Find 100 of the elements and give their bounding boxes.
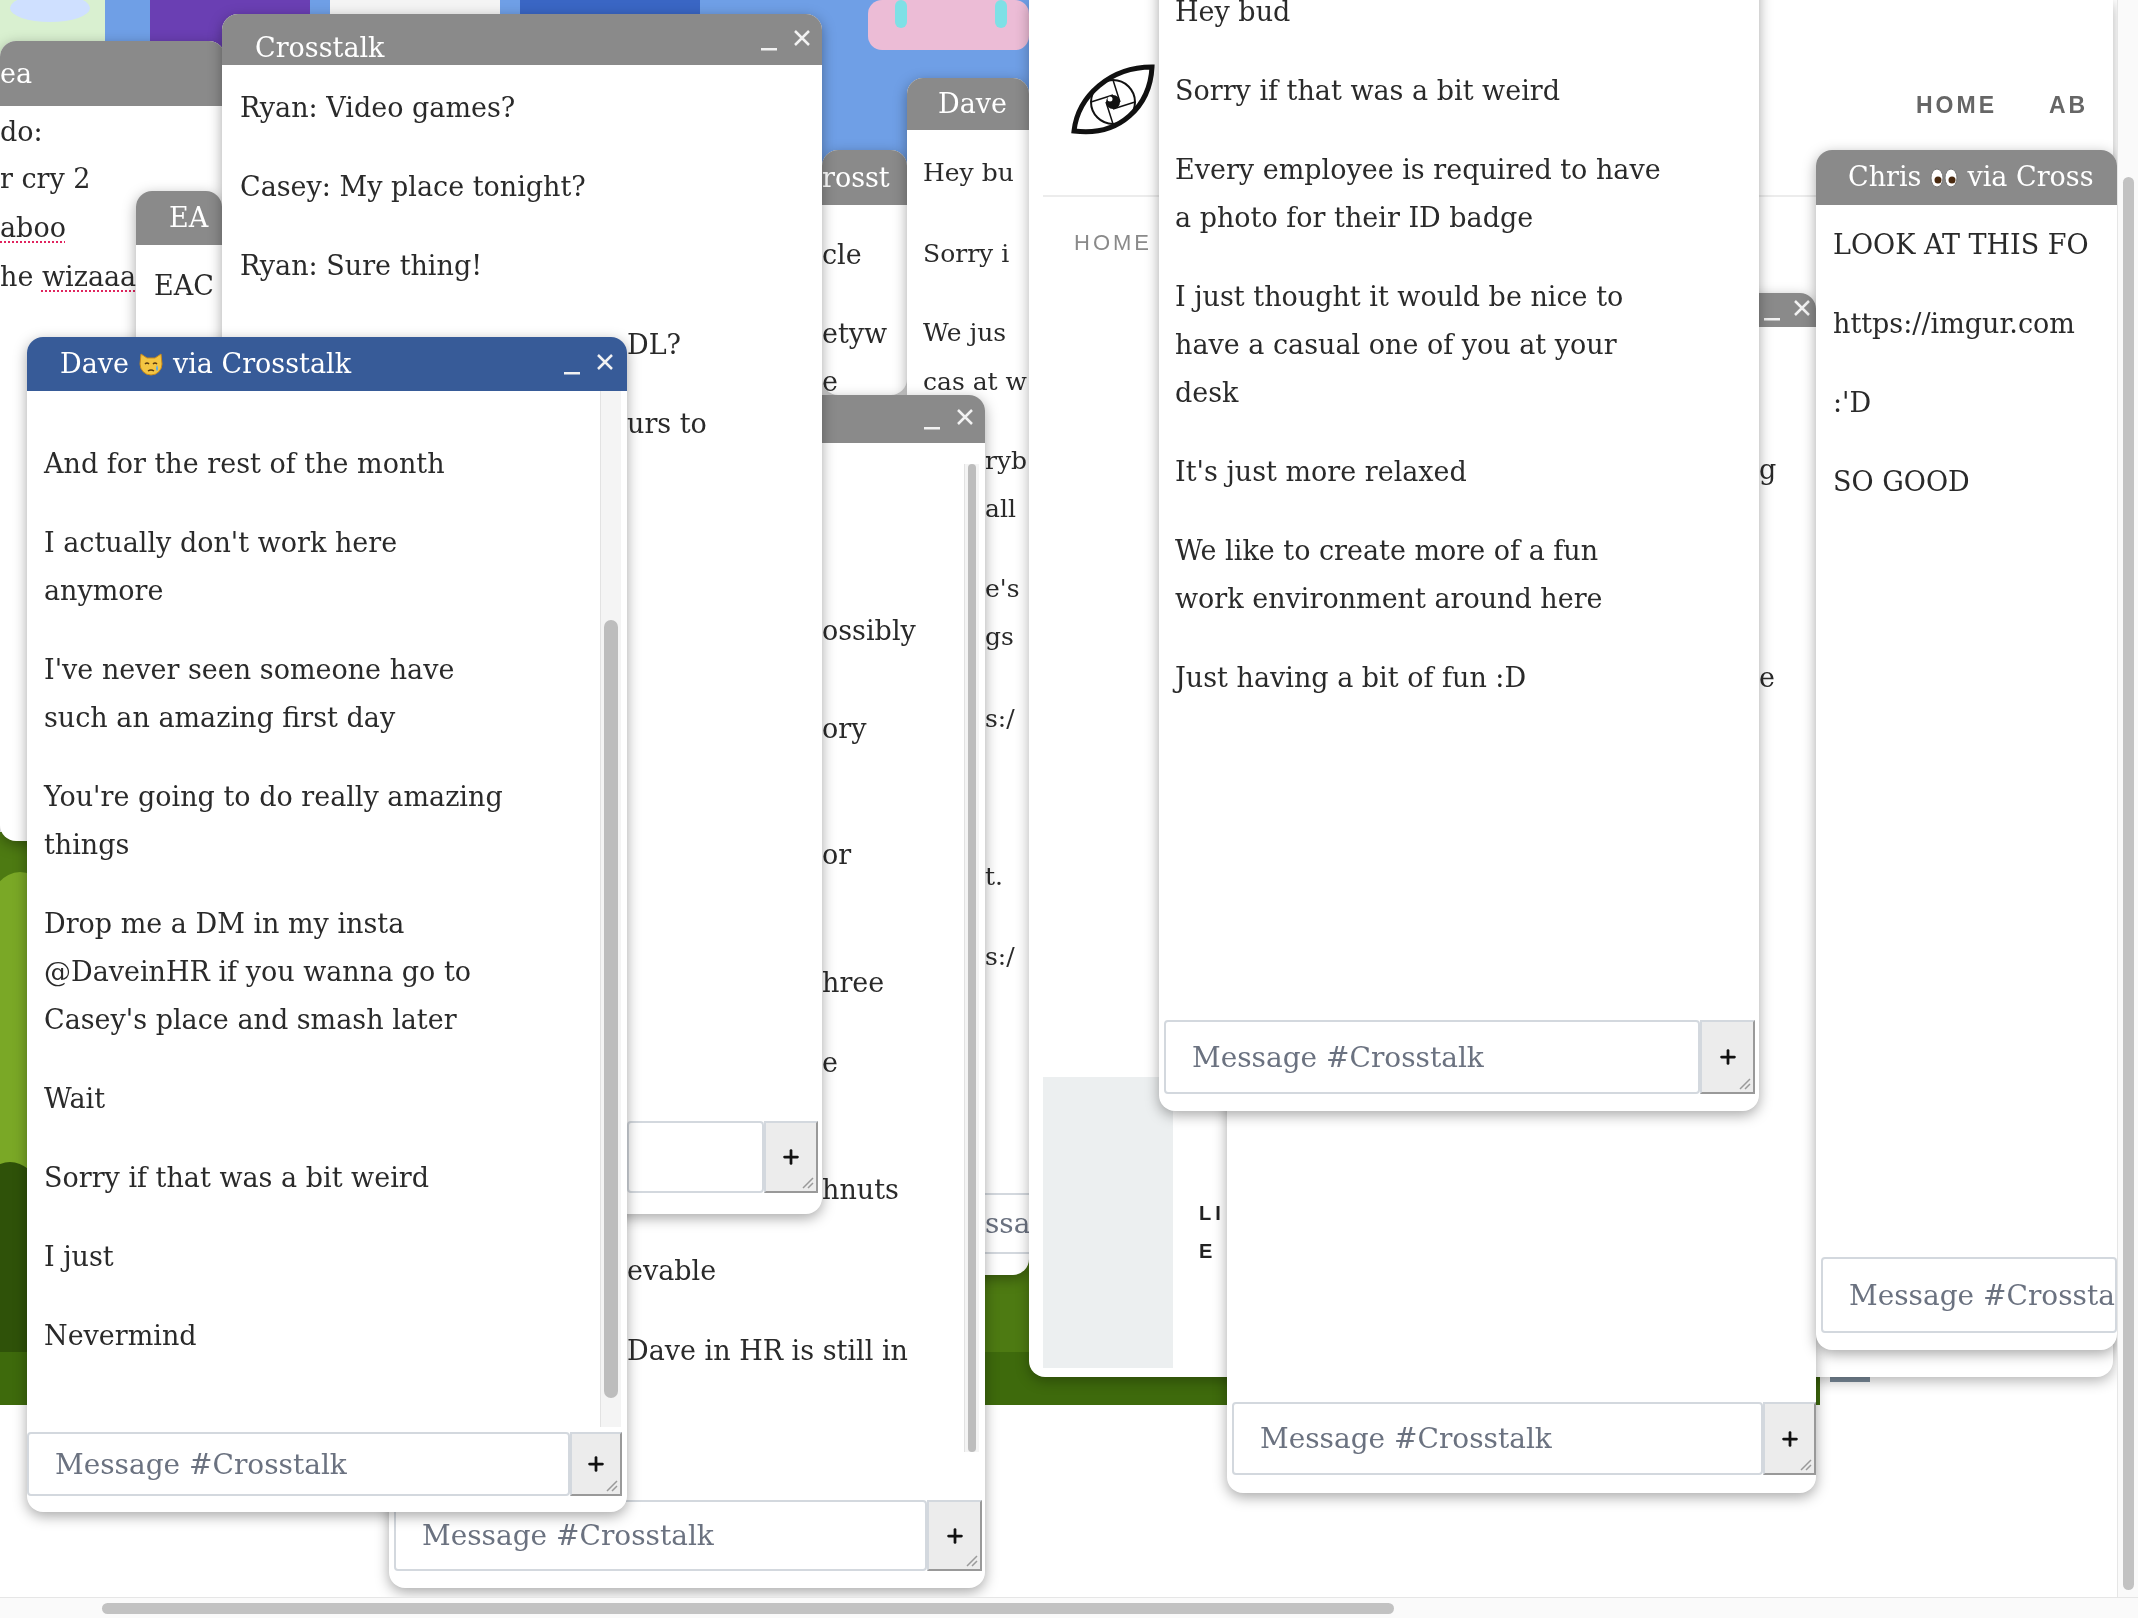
scrollbar-thumb[interactable]	[968, 464, 976, 1452]
message-text: EAC	[154, 269, 214, 303]
nav-link[interactable]: AB	[2049, 92, 2089, 118]
message-text: We jus	[923, 317, 1007, 349]
message-text: r cry 2	[0, 162, 91, 196]
message-text: s:/	[985, 941, 1015, 973]
message-text: e	[1759, 661, 1775, 695]
window-title: ea	[0, 56, 33, 91]
message-text: etyw	[822, 317, 888, 351]
window-title: rosst	[822, 160, 890, 195]
message-field[interactable]: Message #Crosstalk	[27, 1432, 570, 1496]
message-text: Every employee is required to have a photo for their ID badge	[1175, 153, 1661, 235]
add-button[interactable]	[764, 1121, 818, 1193]
message-text: ory	[822, 712, 867, 746]
title-bar[interactable]: Crosstalk	[222, 14, 822, 65]
add-button[interactable]	[1700, 1020, 1755, 1094]
message-field[interactable]: Message #Crosstalk	[1164, 1020, 1700, 1094]
resize-grip-icon[interactable]	[1798, 1457, 1812, 1471]
message-text: hnuts	[822, 1173, 899, 1207]
message-text: You're going to do really amazing things	[44, 780, 503, 862]
window-title: Dave	[938, 87, 1007, 121]
message-text: e	[822, 365, 838, 395]
window-title: EA	[169, 201, 209, 235]
resize-grip-icon[interactable]	[1737, 1076, 1751, 1090]
close-icon[interactable]	[792, 27, 812, 48]
add-button[interactable]	[1763, 1402, 1816, 1475]
message-text: Sorry if that was a bit weird	[44, 1161, 430, 1195]
title-bar[interactable]: EA	[136, 191, 222, 245]
message-text: Drop me a DM in my insta @DaveinHR if you wanna go to Casey's place and smash later	[44, 907, 473, 1037]
add-button[interactable]	[927, 1500, 982, 1571]
nav-link[interactable]: HOME	[1916, 92, 1997, 118]
message-text: And for the rest of the month	[44, 447, 446, 481]
title-bar[interactable]: Dave	[907, 78, 1029, 130]
message-text: cle	[822, 238, 862, 272]
message-text: s:/	[985, 703, 1015, 735]
message-text: do:	[0, 115, 43, 149]
plus-icon	[780, 1146, 802, 1168]
message-field[interactable]: Message #Crosstalk	[394, 1500, 927, 1571]
scrollbar-thumb[interactable]	[2123, 177, 2134, 1590]
message-text: ryb	[985, 445, 1028, 477]
message-text: urs to	[627, 407, 707, 441]
message-text: cas at w	[923, 366, 1027, 398]
add-button[interactable]	[570, 1432, 622, 1496]
window-title: Chris	[1848, 160, 1922, 195]
message-text: e	[822, 1046, 838, 1080]
window-title: Dave	[60, 346, 129, 381]
message-field[interactable]: Message #Crossta	[1821, 1257, 2117, 1333]
resize-grip-icon[interactable]	[800, 1175, 814, 1189]
title-bar[interactable]	[1759, 293, 1816, 327]
message-field[interactable]: ssa	[985, 1193, 1029, 1254]
message-text: https://imgur.com	[1833, 307, 2076, 341]
message-text: t.	[985, 861, 1003, 893]
message-text: Wait	[44, 1082, 106, 1116]
message-text: g	[1759, 453, 1777, 487]
message-text: or	[822, 838, 852, 872]
card-title: LI	[1199, 1201, 1225, 1226]
message-text: DL?	[627, 328, 683, 362]
message-text: hree	[822, 966, 885, 1000]
plus-icon	[585, 1453, 607, 1475]
title-bar[interactable]: rosst	[822, 150, 907, 205]
scrollbar[interactable]	[2117, 0, 2138, 1597]
title-bar[interactable]	[822, 395, 985, 443]
nav-link[interactable]: HOME	[1074, 230, 1152, 256]
message-text: LOOK AT THIS FO	[1833, 228, 2089, 262]
scrollbar[interactable]	[0, 1597, 2138, 1618]
window-title: via Cross	[1967, 160, 2094, 195]
message-text: gs	[985, 621, 1014, 653]
message-text: Hey bu	[923, 157, 1014, 189]
message-field[interactable]	[627, 1121, 764, 1193]
resize-grip-icon[interactable]	[604, 1478, 618, 1492]
message-text: ossibly	[822, 614, 916, 648]
message-text: he wizaaa	[0, 260, 137, 294]
message-text: I actually don't work here anymore	[44, 526, 399, 608]
message-text: Nevermind	[44, 1319, 198, 1353]
title-bar[interactable]: ea	[0, 41, 225, 106]
close-icon[interactable]	[595, 352, 615, 372]
message-text: Casey: My place tonight?	[240, 170, 587, 204]
title-bar[interactable]: Dave via Crosstalk	[27, 337, 627, 391]
message-text: I've never seen someone have such an amazing first day	[44, 653, 456, 735]
message-text: Ryan: Video games?	[240, 91, 517, 125]
scrollbar-thumb[interactable]	[102, 1603, 1394, 1614]
message-text: :'D	[1833, 386, 1873, 420]
window-title: via Crosstalk	[173, 346, 352, 381]
message-text: all	[985, 493, 1016, 525]
resize-grip-icon[interactable]	[964, 1553, 978, 1567]
message-text: Ryan: Sure thing!	[240, 249, 484, 283]
message-text: We like to create more of a fun work environment around here	[1175, 534, 1604, 616]
scrollbar[interactable]	[964, 464, 979, 1452]
close-icon[interactable]	[955, 407, 975, 427]
message-text: e's	[985, 573, 1020, 605]
scrollbar[interactable]	[600, 391, 621, 1427]
message-field[interactable]: Message #Crosstalk	[1232, 1402, 1763, 1475]
message-text: Hey bud	[1175, 0, 1292, 29]
title-bar[interactable]: Chris via Cross	[1816, 150, 2117, 205]
message-text: evable	[627, 1254, 717, 1288]
scrollbar-thumb[interactable]	[604, 620, 618, 1398]
close-icon[interactable]	[1792, 298, 1812, 318]
message-text: I just	[44, 1240, 115, 1274]
message-text: SO GOOD	[1833, 465, 1971, 499]
window-title: Crosstalk	[255, 31, 385, 65]
